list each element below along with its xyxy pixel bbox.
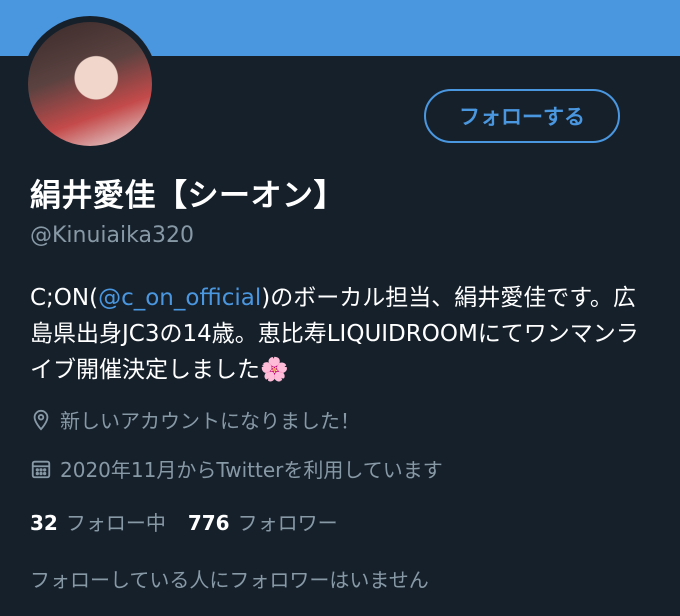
profile-bio: C;ON(@c_on_official)のボーカル担当、絹井愛佳です。広島県出身… <box>30 280 650 388</box>
avatar[interactable] <box>28 22 152 146</box>
follow-button[interactable]: フォローする <box>424 89 620 143</box>
bio-text-start: C;ON( <box>30 285 99 311</box>
following-count[interactable]: 32 <box>30 511 58 535</box>
followers-count[interactable]: 776 <box>188 511 230 535</box>
following-label[interactable]: フォロー中 <box>66 507 166 536</box>
user-handle: @Kinuiaika320 <box>30 223 194 248</box>
followers-label[interactable]: フォロワー <box>238 507 338 536</box>
mutual-followers-note: フォローしている人にフォロワーはいません <box>30 568 429 592</box>
follow-stats: 32 フォロー中 776 フォロワー <box>30 507 360 536</box>
avatar-frame <box>22 16 158 152</box>
display-name: 絹井愛佳【シーオン】 <box>30 178 345 214</box>
location-row: 新しいアカウントになりました！ <box>30 405 360 434</box>
location-pin-icon <box>33 409 49 431</box>
joined-text: 2020年11月からTwitterを利用しています <box>60 458 443 482</box>
bio-mention-link[interactable]: @c_on_official <box>98 285 261 311</box>
joined-row: 2020年11月からTwitterを利用しています <box>30 454 443 483</box>
calendar-icon <box>31 460 51 478</box>
location-text: 新しいアカウントになりました！ <box>60 409 360 433</box>
